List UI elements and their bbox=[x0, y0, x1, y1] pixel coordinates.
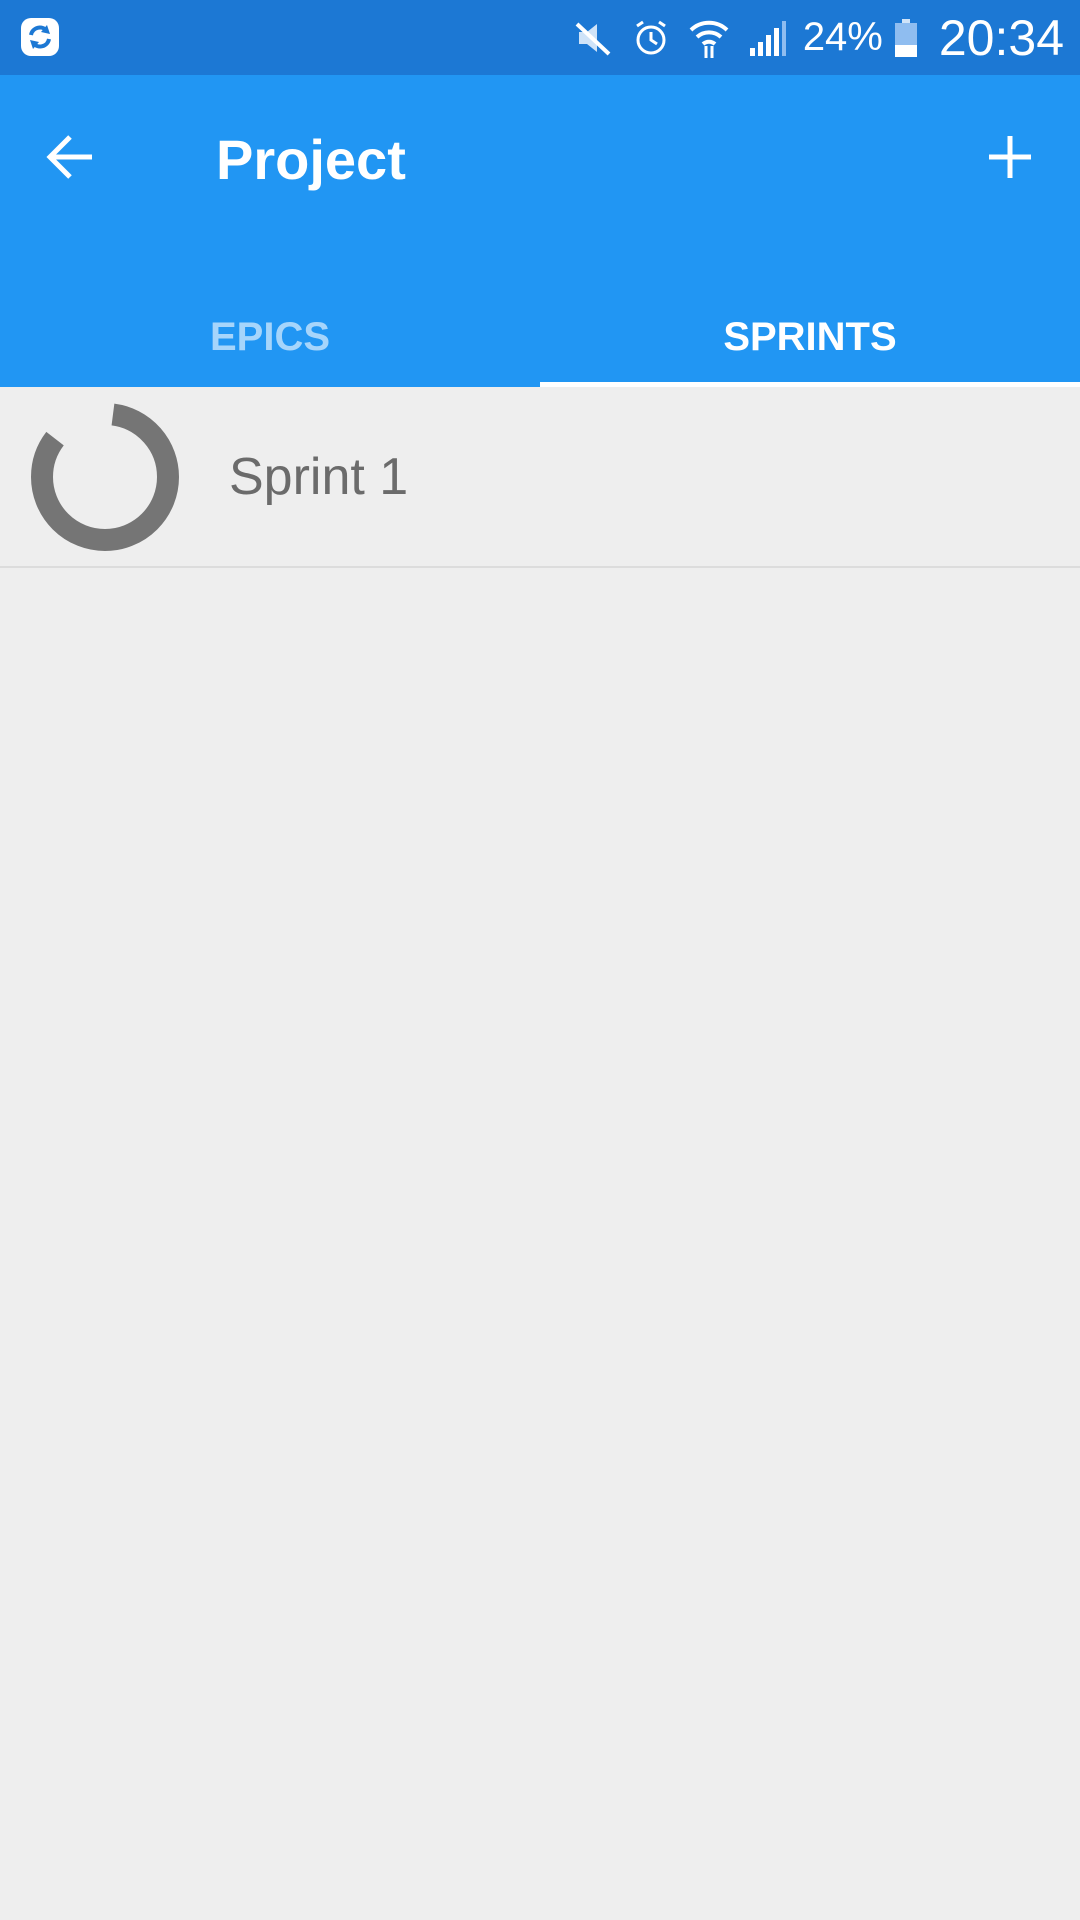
sync-app-icon bbox=[20, 17, 60, 57]
page-title: Project bbox=[216, 128, 406, 191]
signal-icon bbox=[745, 16, 789, 60]
app-bar: Project EPICS SPRINTS bbox=[0, 75, 1080, 387]
back-button[interactable] bbox=[38, 125, 102, 189]
progress-ring-icon bbox=[31, 403, 179, 551]
alarm-icon bbox=[629, 16, 673, 60]
tab-sprints-label: SPRINTS bbox=[723, 315, 897, 359]
sprint-list: Sprint 1 bbox=[0, 387, 1080, 568]
plus-icon bbox=[989, 136, 1031, 178]
sprint-name: Sprint 1 bbox=[229, 448, 409, 506]
status-bar: 24% 20:34 bbox=[0, 0, 1080, 75]
tab-sprints[interactable]: SPRINTS bbox=[540, 288, 1080, 387]
tab-epics[interactable]: EPICS bbox=[0, 288, 540, 387]
wifi-icon bbox=[687, 16, 731, 60]
list-item[interactable]: Sprint 1 bbox=[0, 387, 1080, 568]
mute-icon bbox=[571, 16, 615, 60]
arrow-back-icon bbox=[46, 135, 92, 179]
battery-percent: 24% bbox=[802, 15, 883, 59]
battery-icon bbox=[894, 18, 917, 57]
clock: 20:34 bbox=[938, 9, 1064, 66]
add-sprint-button[interactable] bbox=[978, 125, 1042, 189]
tab-epics-label: EPICS bbox=[209, 315, 331, 359]
tab-bar: EPICS SPRINTS bbox=[0, 288, 1080, 387]
